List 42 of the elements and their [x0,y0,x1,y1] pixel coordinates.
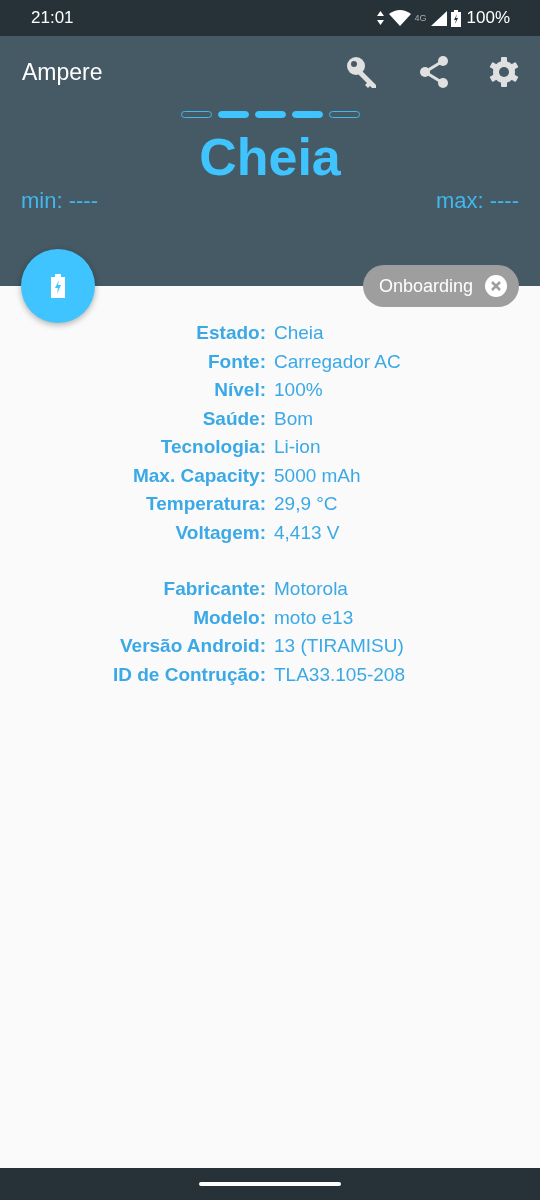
onboarding-chip[interactable]: Onboarding [362,265,519,307]
info-label: Temperatura: [145,492,266,516]
info-value: 5000 mAh [274,463,362,488]
info-label: Saúde: [201,406,266,431]
battery-charging-icon [450,9,461,27]
network-type: 4G [414,13,427,23]
info-label: Voltagem: [174,520,266,545]
info-value: 29,9 °C [274,492,339,516]
info-value: 4,413 V [274,520,341,545]
battery-percent: 100% [466,8,510,28]
status-time: 21:01 [31,8,74,28]
close-icon[interactable] [485,275,507,297]
info-label: Nível: [213,378,266,402]
signal-icon [430,10,447,26]
info-label: Fabricante: [162,577,266,601]
info-value: 100% [274,378,324,402]
info-label: Fonte: [206,349,266,374]
info-label: Modelo: [192,605,266,630]
settings-icon[interactable] [488,56,520,88]
info-value: Carregador AC [274,349,402,374]
info-value: moto e13 [274,605,355,630]
info-value: Cheia [274,321,325,345]
battery-charging-icon [51,274,65,298]
info-label: Versão Android: [118,634,266,658]
info-label: ID de Contrução: [111,662,266,687]
info-value: 13 (TIRAMISU) [274,634,405,658]
info-label: Tecnologia: [159,435,266,459]
info-label: Max. Capacity: [131,463,266,488]
info-value: Bom [274,406,315,431]
info-value: TLA33.105-208 [274,662,406,687]
info-label: Estado: [195,321,266,345]
battery-button[interactable] [21,249,95,323]
status-title: Cheia [198,127,342,188]
wifi-icon [388,10,411,26]
max-value: max: ---- [435,188,519,214]
data-arrows-icon [375,10,385,26]
app-title: Ampere [22,58,103,86]
info-value: Li-ion [274,435,322,459]
info-value: Motorola [274,577,349,601]
share-icon[interactable] [419,56,449,88]
home-handle[interactable] [199,1182,341,1186]
min-value: min: ---- [21,188,98,214]
